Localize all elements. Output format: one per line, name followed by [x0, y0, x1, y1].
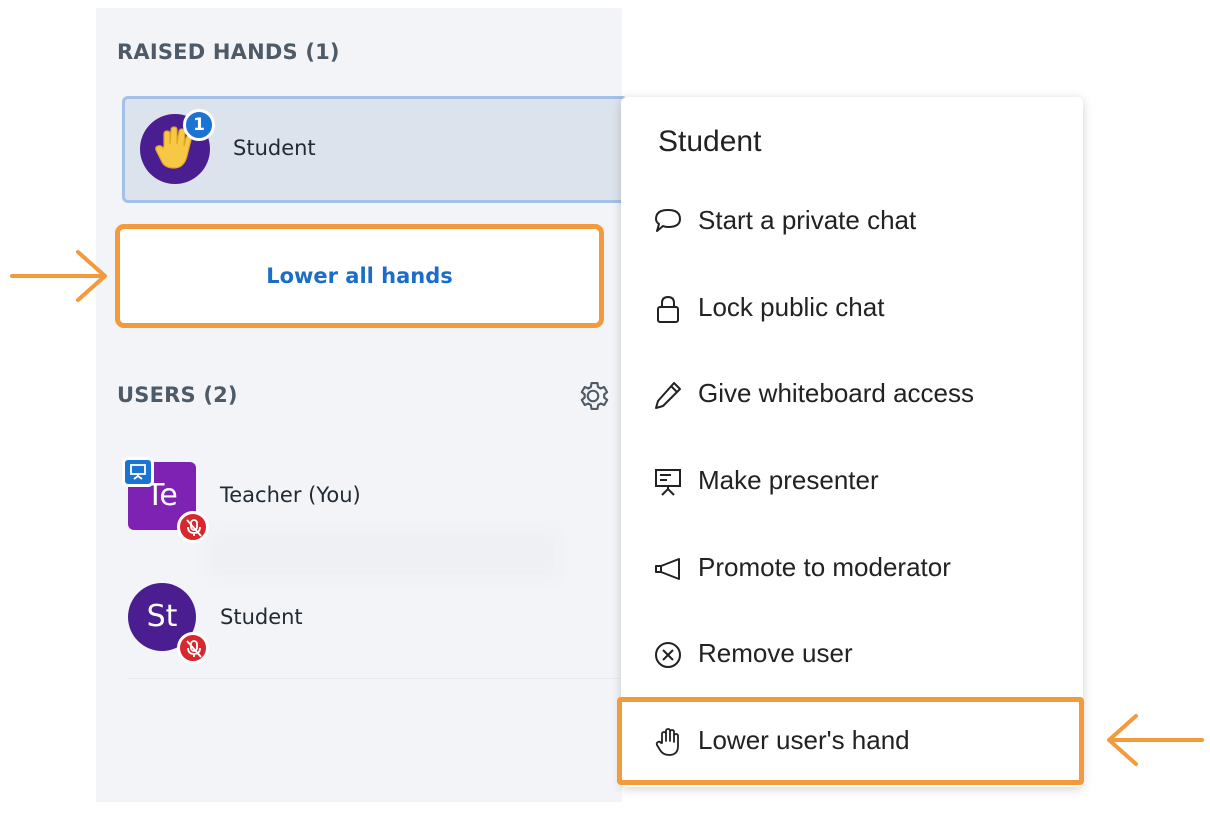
muted-mic-icon: [186, 640, 202, 658]
right-arrow-annotation: [1107, 714, 1204, 766]
presenter-icon: [130, 464, 146, 480]
left-arrow-annotation: [10, 250, 107, 302]
student-name[interactable]: Student: [220, 605, 303, 629]
muted-mic-icon: [186, 519, 202, 537]
context-menu-title: Student: [658, 125, 762, 158]
lower-user-hand-highlight: [617, 697, 1084, 785]
chat-bubble-icon: [655, 209, 681, 232]
presenter-icon: [655, 469, 681, 496]
raised-hand-user-name: Student: [233, 136, 316, 160]
menu-item-label: Start a private chat: [698, 205, 917, 235]
menu-item-whiteboard-access[interactable]: Give whiteboard access: [621, 364, 1083, 424]
menu-item-private-chat[interactable]: Start a private chat: [621, 191, 1083, 251]
gear-icon[interactable]: [575, 378, 611, 414]
lower-all-hands-button[interactable]: Lower all hands: [115, 224, 604, 328]
menu-item-label: Make presenter: [698, 465, 879, 495]
muted-mic-badge: [177, 632, 209, 664]
raised-hand-count-badge: 1: [183, 109, 215, 141]
menu-item-label: Promote to moderator: [698, 552, 951, 582]
lower-all-hands-label: Lower all hands: [266, 264, 453, 288]
presenter-badge: [122, 457, 154, 487]
muted-mic-badge: [177, 511, 209, 543]
menu-item-remove-user[interactable]: Remove user: [621, 624, 1083, 684]
menu-item-lock-chat[interactable]: Lock public chat: [621, 278, 1083, 338]
blurred-region: [208, 530, 558, 578]
list-divider: [128, 678, 620, 679]
users-title: USERS (2): [117, 383, 238, 407]
lock-icon: [657, 295, 679, 323]
menu-item-label: Lock public chat: [698, 292, 885, 322]
megaphone-icon: [655, 558, 680, 580]
raised-hands-title: RAISED HANDS (1): [117, 40, 340, 64]
menu-item-label: Remove user: [698, 638, 853, 668]
remove-circle-icon: [655, 642, 681, 668]
pencil-icon: [655, 382, 681, 409]
teacher-name[interactable]: Teacher (You): [220, 483, 361, 507]
menu-item-label: Give whiteboard access: [698, 378, 975, 408]
menu-item-make-presenter[interactable]: Make presenter: [621, 451, 1083, 511]
menu-item-promote-moderator[interactable]: Promote to moderator: [621, 538, 1083, 598]
